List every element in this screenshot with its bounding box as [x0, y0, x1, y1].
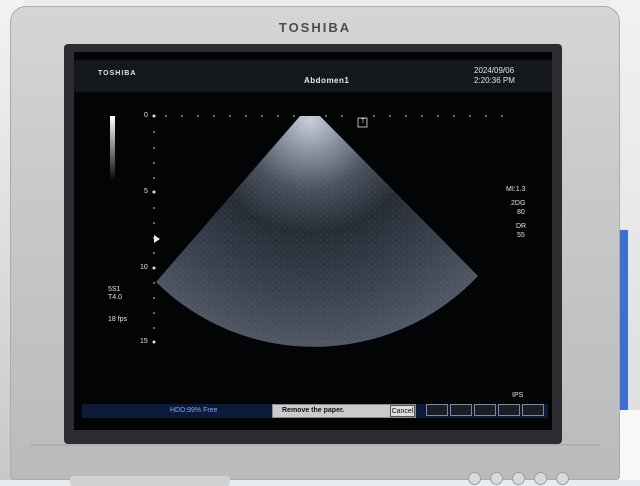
depth-label-15: 15 [140, 338, 148, 345]
bezel-divider [30, 444, 600, 446]
dr-label: DR [516, 223, 527, 230]
soft-key[interactable] [522, 404, 544, 416]
soft-keys [426, 404, 544, 416]
image-layer [110, 114, 503, 347]
gain-value: 80 [517, 209, 525, 216]
cancel-button[interactable]: Cancel [390, 405, 415, 417]
bezel-button[interactable] [512, 472, 525, 485]
depth-scale [152, 114, 156, 344]
hdd-status: HDD:99% Free [170, 407, 218, 414]
tissue-label: T4.0 [108, 294, 123, 301]
frame-rate: 18 fps [108, 316, 128, 323]
probe-label: 5S1 [108, 286, 121, 293]
bezel-foot [70, 476, 230, 486]
bezel-button[interactable] [556, 472, 569, 485]
bezel-button[interactable] [534, 472, 547, 485]
width-scale [165, 115, 503, 117]
background-pole [620, 230, 628, 430]
soft-key[interactable] [474, 404, 496, 416]
bezel-button[interactable] [468, 472, 481, 485]
orientation-marker-label: T [361, 119, 365, 125]
ultrasound-sector-image [156, 116, 478, 347]
mode-label: 2DG [511, 200, 526, 207]
focus-marker-icon[interactable] [154, 235, 160, 243]
greyscale-bar [110, 116, 115, 182]
depth-label-5: 5 [144, 188, 148, 195]
bezel-brand-logo: TOSHIBA [278, 20, 352, 35]
depth-label-0: 0 [144, 112, 148, 119]
message-text: Remove the paper. [282, 407, 345, 414]
mechanical-index: MI:1.3 [506, 186, 526, 193]
dr-value: 55 [517, 232, 525, 239]
bezel-button[interactable] [490, 472, 503, 485]
ips-label: IPS [512, 392, 524, 399]
depth-label-10: 10 [140, 264, 148, 271]
soft-key[interactable] [498, 404, 520, 416]
soft-key[interactable] [426, 404, 448, 416]
ultrasound-screen: TOSHIBA Abdomen1 2024/09/06 2:20:36 PM T… [74, 52, 552, 430]
bezel-buttons [468, 472, 569, 485]
soft-key[interactable] [450, 404, 472, 416]
